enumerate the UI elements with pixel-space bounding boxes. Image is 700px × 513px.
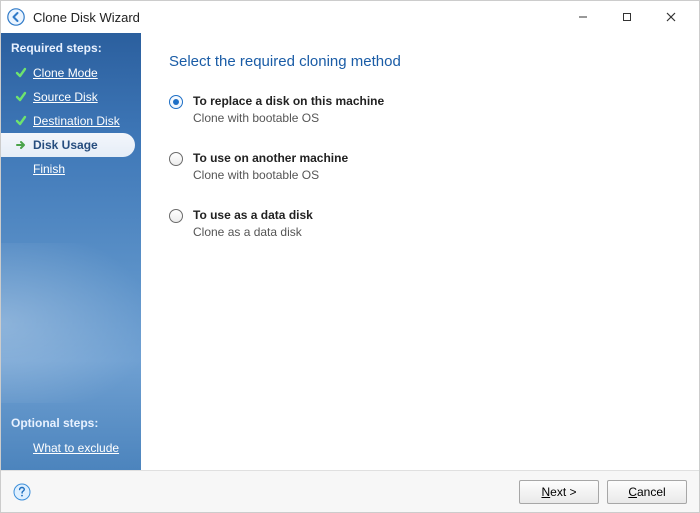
option-text: To use on another machine Clone with boo… [193,151,348,182]
close-button[interactable] [649,2,693,32]
back-icon[interactable] [7,8,25,26]
checkmark-icon [15,115,27,127]
sidebar-step-label: Disk Usage [33,138,98,152]
window-title: Clone Disk Wizard [33,10,561,25]
next-button[interactable]: Next > [519,480,599,504]
option-title: To replace a disk on this machine [193,94,384,108]
footer: Next > Cancel [1,470,699,512]
option-desc: Clone with bootable OS [193,168,348,182]
sidebar-step-label: Finish [33,162,65,176]
sidebar-step-clone-mode[interactable]: Clone Mode [1,61,141,85]
maximize-button[interactable] [605,2,649,32]
option-desc: Clone as a data disk [193,225,313,239]
option-data-disk[interactable]: To use as a data disk Clone as a data di… [169,208,671,239]
sidebar-optional-what-to-exclude[interactable]: What to exclude [1,436,141,460]
radio-button[interactable] [169,152,183,166]
sidebar-optional-label: What to exclude [33,441,119,455]
option-title: To use on another machine [193,151,348,165]
sidebar-step-finish[interactable]: Finish [1,157,141,181]
next-button-label: Next > [541,485,576,499]
option-desc: Clone with bootable OS [193,111,384,125]
sidebar-step-source-disk[interactable]: Source Disk [1,85,141,109]
help-icon[interactable] [13,483,31,501]
window-controls [561,2,693,32]
main-panel: Select the required cloning method To re… [141,33,699,470]
body: Required steps: Clone Mode Source Disk [1,33,699,470]
cancel-button[interactable]: Cancel [607,480,687,504]
sidebar: Required steps: Clone Mode Source Disk [1,33,141,470]
sidebar-optional-list: What to exclude [1,436,141,460]
window: { "titlebar": { "title": "Clone Disk Wiz… [0,0,700,513]
sidebar-optional-header: Optional steps: [1,408,141,436]
option-text: To replace a disk on this machine Clone … [193,94,384,125]
sidebar-required-header: Required steps: [1,33,141,61]
cancel-button-label: Cancel [628,485,665,499]
titlebar: Clone Disk Wizard [1,1,699,33]
sidebar-step-label: Source Disk [33,90,98,104]
option-replace-disk[interactable]: To replace a disk on this machine Clone … [169,94,671,125]
checkmark-icon [15,67,27,79]
option-text: To use as a data disk Clone as a data di… [193,208,313,239]
radio-button[interactable] [169,95,183,109]
arrow-right-icon [15,139,27,151]
sidebar-step-list: Clone Mode Source Disk Destination Disk [1,61,141,181]
page-title: Select the required cloning method [169,53,671,70]
sidebar-step-label: Clone Mode [33,66,98,80]
sidebar-step-disk-usage: Disk Usage [1,133,135,157]
checkmark-icon [15,91,27,103]
minimize-button[interactable] [561,2,605,32]
sidebar-step-label: Destination Disk [33,114,120,128]
option-another-machine[interactable]: To use on another machine Clone with boo… [169,151,671,182]
sidebar-step-destination-disk[interactable]: Destination Disk [1,109,141,133]
radio-button[interactable] [169,209,183,223]
option-title: To use as a data disk [193,208,313,222]
